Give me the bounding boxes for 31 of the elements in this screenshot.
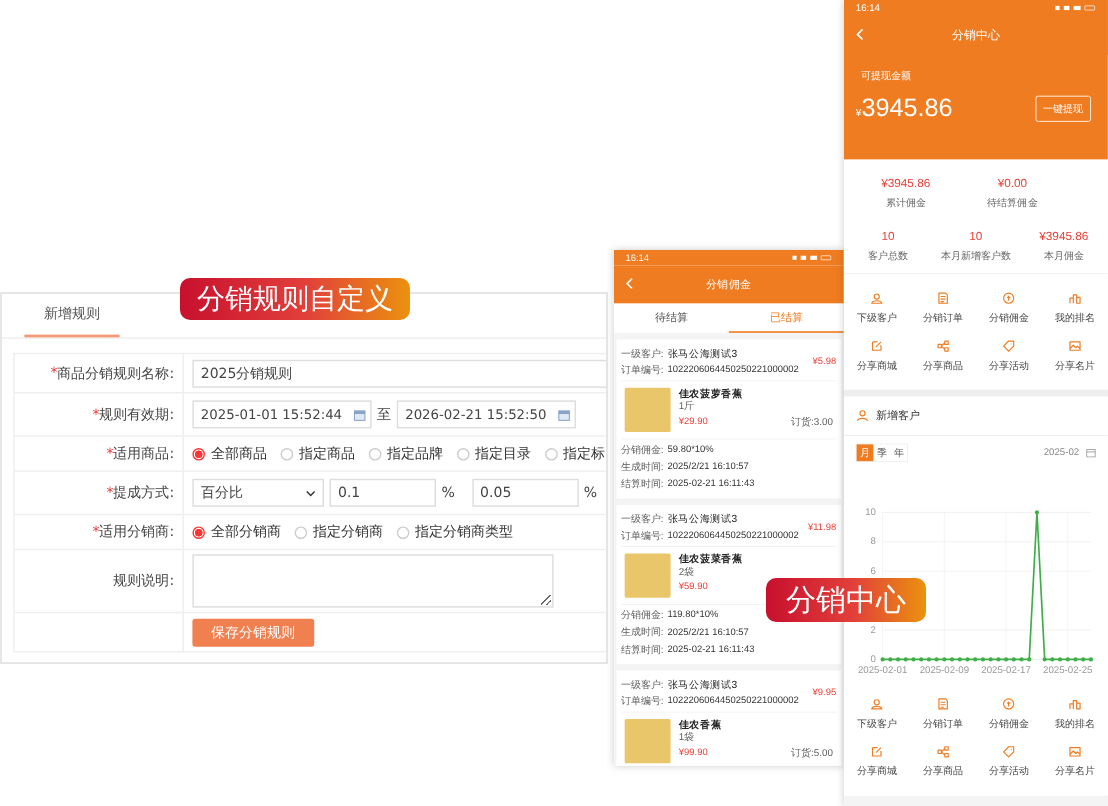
radio-button[interactable]: [294, 525, 308, 539]
data-point: [1019, 657, 1024, 662]
balance-amount: 3945.86: [861, 94, 953, 123]
data-point: [1034, 510, 1040, 515]
radio-button[interactable]: [457, 447, 470, 460]
data-point: [996, 657, 1001, 662]
calendar-icon: [557, 408, 571, 421]
data-point: [942, 657, 947, 662]
photo-placeholder: [624, 387, 671, 433]
data-point: [1027, 657, 1032, 662]
photo-placeholder: [624, 719, 671, 764]
back-icon[interactable]: [625, 277, 634, 291]
photo-placeholder: [624, 553, 671, 598]
radio-button[interactable]: [280, 447, 294, 460]
radio-button[interactable]: [368, 447, 382, 460]
data-point: [1073, 657, 1078, 662]
data-point: [1050, 657, 1055, 662]
radio-button[interactable]: [545, 447, 558, 460]
data-point: [880, 657, 885, 662]
caret-icon: [305, 489, 316, 497]
calendar-icon: [353, 408, 366, 421]
data-point: [911, 657, 916, 662]
radio-button[interactable]: [192, 525, 205, 539]
title-banner: 分销中心: [766, 578, 926, 622]
radio-button[interactable]: [396, 525, 410, 539]
back-icon[interactable]: [855, 27, 865, 42]
textarea-field[interactable]: [192, 554, 554, 608]
radio-button[interactable]: [192, 447, 205, 460]
data-point: [1042, 657, 1047, 662]
data-point: [965, 657, 970, 662]
title-banner: 分销规则自定义: [180, 278, 410, 320]
